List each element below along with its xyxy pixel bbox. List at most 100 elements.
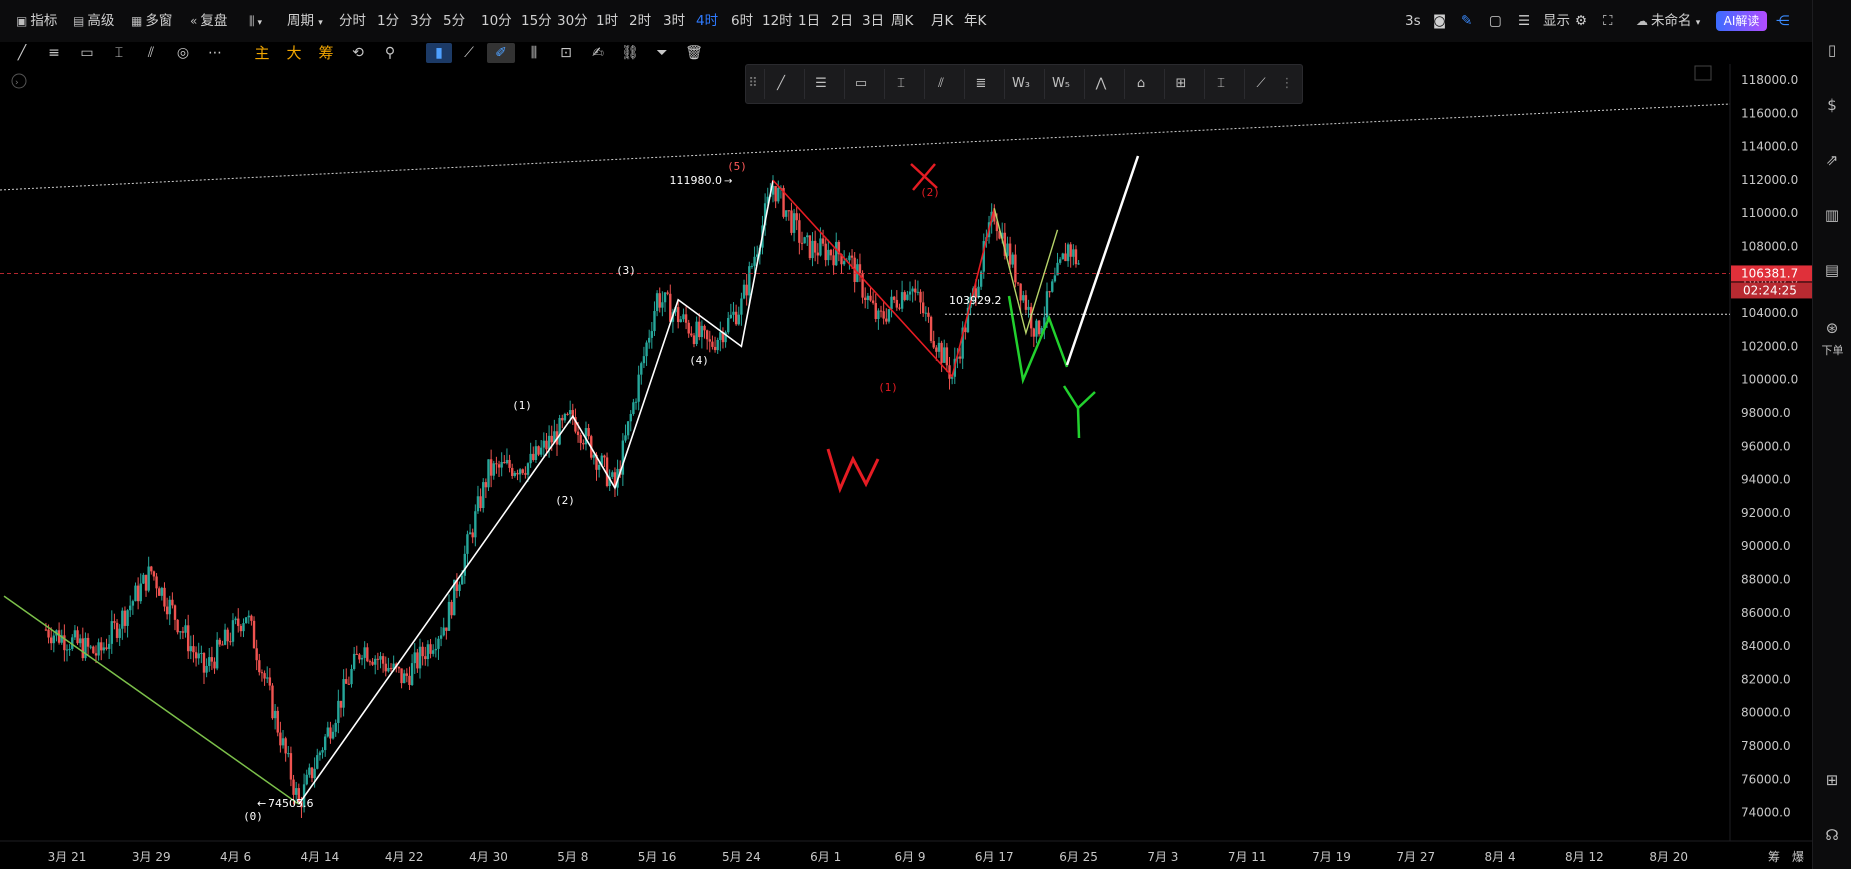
period-13[interactable]: 1日 [798,12,820,30]
data-panel-icon[interactable]: ▤ [1822,260,1842,280]
line-tool-icon[interactable]: ╱ [769,74,793,94]
camera-icon[interactable]: ◙ [1433,12,1446,30]
ai-analysis-button[interactable]: AI解读 [1716,11,1767,31]
brush-tool-icon[interactable]: ⟋ [1249,74,1273,94]
fib-tool-icon[interactable]: ≣ [969,74,993,94]
refresh-interval[interactable]: 3s [1405,12,1421,30]
pattern-tool-icon[interactable]: ⌂ [1129,74,1153,94]
chart-type-button[interactable]: ⫼ ▾ [249,12,262,30]
bookmark-icon[interactable]: ▮ [426,43,452,63]
calculator-icon[interactable]: ⊞ [1822,770,1842,790]
link-icon[interactable]: ⛓ [620,43,640,63]
period-18[interactable]: 年K [964,12,986,30]
fib-circle-icon[interactable]: ◎ [173,43,193,63]
candle-body [439,635,443,639]
chip-distribution-button[interactable]: 筹 [316,43,336,63]
sync-icon[interactable]: ⟲ [348,43,368,63]
candle-body [790,210,793,233]
separator [1204,69,1205,99]
template-icon[interactable]: ▢ [1489,12,1502,30]
channel-tool-icon[interactable]: ⫽ [929,74,953,94]
time-tick-label: 3月 29 [132,850,171,864]
separator [1164,69,1165,99]
filter-icon[interactable]: ⏷ [652,43,672,63]
candle-style-icon[interactable]: ⫼ [524,43,544,63]
price-tick-label: 94000.0 [1741,473,1791,487]
advanced-button[interactable]: ▤ 高级 [73,12,114,30]
depth-chart-icon[interactable]: ⇗ [1822,150,1842,170]
toolbar-menu-icon[interactable]: ⋮ [1280,74,1294,94]
period-10[interactable]: 4时 [696,12,718,30]
main-indicator-button[interactable]: 主 [252,43,272,63]
statistics-icon[interactable]: ▥ [1822,205,1842,225]
indicators-button[interactable]: ▣ 指标 [16,12,57,30]
triangle-tool-icon[interactable]: ⋀ [1089,74,1113,94]
rectangle-tool-icon[interactable]: ▭ [849,74,873,94]
candle-body [566,413,569,415]
headset-icon[interactable]: ☊ [1822,825,1842,845]
multi-window-button[interactable]: ▦ 多窗 [131,12,172,30]
wave-5-tool-icon[interactable]: W₅ [1049,74,1073,94]
period-15[interactable]: 3日 [862,12,884,30]
candle-body [663,292,667,303]
candle-body [919,291,922,303]
horizontal-tool-icon[interactable]: ☰ [809,74,833,94]
period-4[interactable]: 10分 [481,12,512,30]
period-12[interactable]: 12时 [762,12,793,30]
large-order-button[interactable]: 大 [284,43,304,63]
price-chart[interactable]: (0) (1) (2) (3) (4) (5) (1) (2) 111980.0 → ← 74505.… [0,64,1812,869]
watchlist-icon[interactable]: ▯ [1822,40,1842,60]
period-17[interactable]: 月K [931,12,953,30]
candle-body [634,401,638,403]
period-14[interactable]: 2日 [831,12,853,30]
share-icon[interactable]: ⋲ [1776,12,1790,30]
layout-name-button[interactable]: ☁ 未命名 ▾ [1636,12,1700,30]
separator [844,69,845,99]
period-1[interactable]: 1分 [377,12,399,30]
drag-handle-icon[interactable]: ⠿ [746,74,760,94]
trash-icon[interactable]: 🗑 [684,43,704,63]
draw-mode-icon[interactable]: ✐ [487,43,515,63]
rectangle-icon[interactable]: ▭ [77,43,97,63]
ruler-icon[interactable]: ⟋ [459,43,479,63]
period-8[interactable]: 2时 [629,12,651,30]
range-tool-icon[interactable]: ⌶ [889,74,913,94]
more-tools-icon[interactable]: ⋯● [205,43,225,77]
period-11[interactable]: 6时 [731,12,753,30]
period-6[interactable]: 30分 [557,12,588,30]
period-7[interactable]: 1时 [596,12,618,30]
settings-gear-icon[interactable]: ⚙ [1575,12,1587,30]
measure-tool-icon[interactable]: ⊞ [1169,74,1193,94]
parallel-channel-icon[interactable]: ⫽ [141,43,161,63]
candle-body [1058,259,1062,263]
fullscreen-icon[interactable]: ⛶ [1603,12,1612,30]
list-icon[interactable]: ☰ [1518,12,1530,30]
candle-body [911,288,914,292]
separator [964,69,965,99]
pen-icon[interactable]: ✎ [1461,12,1472,30]
candle-body [210,657,214,662]
period-9[interactable]: 3时 [663,12,685,30]
period-16[interactable]: 周K [891,12,913,30]
order-icon[interactable]: ⊛ [1822,318,1842,338]
text-tool-icon[interactable]: ⌶ [1209,74,1233,94]
period-5[interactable]: 15分 [521,12,552,30]
period-menu[interactable]: 周期 ▾ [287,12,323,30]
trend-line-icon[interactable]: ╱ [12,43,32,63]
lock-icon[interactable]: ⊡ [556,43,576,63]
magnet-icon[interactable]: ⚲ [380,43,400,63]
candle-body [921,302,925,314]
orderbook-icon[interactable]: $ [1822,95,1842,115]
edit-icon[interactable]: ✍ [588,43,608,63]
display-button[interactable]: 显示 [1543,12,1570,30]
horizontal-lines-icon[interactable]: ≡ [44,43,64,63]
price-range-icon[interactable]: ⌶ [109,43,129,63]
period-3[interactable]: 5分 [443,12,465,30]
candle-body [537,446,540,455]
wave-3-tool-icon[interactable]: W₃ [1009,74,1033,94]
order-label[interactable]: 下单 [1817,342,1848,358]
period-0[interactable]: 分时 [339,12,366,30]
period-2[interactable]: 3分 [410,12,432,30]
candle-body [563,413,567,421]
replay-button[interactable]: «复盘 [190,12,227,30]
